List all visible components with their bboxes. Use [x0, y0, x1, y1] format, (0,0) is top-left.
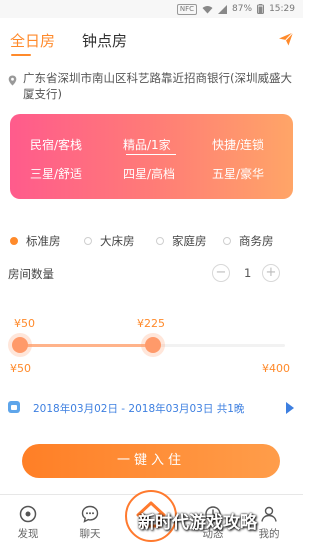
battery-percent: 87%	[232, 4, 253, 14]
status-bar: NFC 87% 15:29	[0, 0, 303, 18]
selected-underline	[126, 154, 176, 155]
one-tap-checkin-button[interactable]: 一键入住	[22, 444, 280, 478]
room-count-label: 房间数量	[8, 267, 54, 281]
price-high-selected: ¥225	[137, 317, 165, 330]
tab-full-day-label: 全日房	[10, 32, 56, 50]
room-type-standard[interactable]: 标准房	[10, 233, 61, 249]
top-tabs: 全日房 钟点房	[0, 24, 303, 60]
room-type-label: 标准房	[26, 234, 61, 248]
date-range-row[interactable]: 2018年03月02日 - 2018年03月03日 共1晚	[8, 400, 296, 416]
tabbar-label: 发现	[17, 528, 39, 540]
price-low-selected: ¥50	[14, 317, 35, 330]
category-label: 五星/豪华	[212, 167, 265, 181]
signal-icon	[218, 4, 228, 14]
decrement-button[interactable]: −	[212, 264, 230, 282]
date-range-text: 2018年03月02日 - 2018年03月03日 共1晚	[33, 403, 245, 415]
tab-active-underline	[11, 54, 31, 56]
radio-checked-icon	[10, 237, 18, 245]
chat-icon	[81, 505, 99, 523]
category-option[interactable]: 快捷/连锁	[212, 136, 264, 153]
tab-hourly-label: 钟点房	[82, 32, 128, 50]
tab-hourly[interactable]: 钟点房	[82, 30, 127, 51]
battery-icon	[257, 4, 265, 14]
hotel-category-card: 民宿/客栈 精品/1家 快捷/连锁 三星/舒适 四星/高档 五星/豪华	[10, 114, 293, 199]
send-icon[interactable]	[278, 31, 294, 47]
category-label: 精品/1家	[123, 138, 171, 152]
price-slider-high-handle[interactable]	[144, 337, 161, 353]
radio-icon	[223, 237, 231, 245]
radio-icon	[84, 237, 92, 245]
category-label: 快捷/连锁	[212, 138, 265, 152]
increment-button[interactable]: +	[262, 264, 280, 282]
tabbar-item-discover[interactable]: 发现	[6, 505, 50, 541]
address-row[interactable]: 广东省深圳市南山区科艺路靠近招商银行(深圳威盛大厦支行)	[8, 70, 296, 102]
tabbar-item-chat[interactable]: 聊天	[68, 505, 112, 541]
category-option[interactable]: 三星/舒适	[30, 165, 82, 182]
room-type-family[interactable]: 家庭房	[156, 233, 207, 249]
address-text: 广东省深圳市南山区科艺路靠近招商银行(深圳威盛大厦支行)	[23, 71, 292, 101]
room-type-business[interactable]: 商务房	[223, 233, 274, 249]
price-max-label: ¥400	[262, 362, 290, 375]
location-pin-icon	[8, 74, 17, 102]
category-option-selected[interactable]: 精品/1家	[123, 136, 176, 155]
radio-icon	[156, 237, 164, 245]
room-type-queen[interactable]: 大床房	[84, 233, 135, 249]
discover-icon	[19, 505, 37, 523]
category-label: 三星/舒适	[30, 167, 83, 181]
tabbar-label: 聊天	[79, 528, 101, 540]
price-min-label: ¥50	[10, 362, 31, 375]
price-slider-low-handle[interactable]	[12, 337, 28, 353]
clock: 15:29	[269, 4, 295, 14]
room-type-label: 家庭房	[172, 234, 207, 248]
nfc-icon: NFC	[176, 3, 198, 15]
room-type-label: 商务房	[239, 234, 274, 248]
arrow-right-icon	[286, 402, 294, 414]
tab-full-day[interactable]: 全日房	[10, 30, 56, 56]
watermark-text: 新时代游戏攻略	[138, 513, 257, 533]
profile-icon	[260, 505, 278, 523]
category-label: 民宿/客栈	[30, 138, 83, 152]
price-slider-range	[20, 344, 153, 347]
wifi-icon	[202, 5, 213, 14]
category-option[interactable]: 民宿/客栈	[30, 136, 82, 153]
room-type-group: 标准房 大床房 家庭房 商务房	[10, 233, 295, 249]
room-count-row: 房间数量 − 1 +	[8, 264, 293, 284]
room-type-label: 大床房	[100, 234, 135, 248]
calendar-icon	[8, 401, 20, 413]
category-option[interactable]: 四星/高档	[123, 165, 175, 182]
room-count-value: 1	[244, 266, 252, 280]
category-option[interactable]: 五星/豪华	[212, 165, 264, 182]
category-label: 四星/高档	[123, 167, 176, 181]
